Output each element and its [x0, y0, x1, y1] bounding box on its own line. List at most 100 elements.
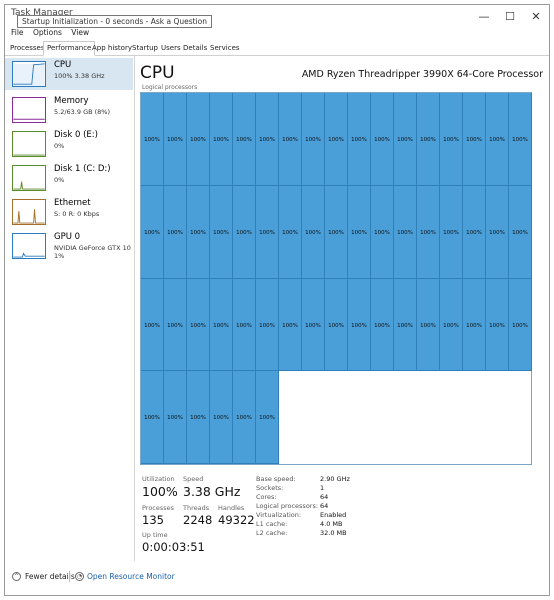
logical-processor-value: 100% — [466, 229, 482, 236]
sidebar-item-memory[interactable]: Memory 5.2/63.9 GB (8%) — [5, 94, 133, 126]
logical-processor-cell: 100% — [187, 278, 210, 372]
logical-processor-cell: 100% — [348, 185, 371, 279]
info-key: Logical processors: — [256, 502, 319, 510]
page-title: CPU — [140, 63, 175, 83]
logical-processor-value: 100% — [351, 137, 367, 143]
threads-value: 2248 — [183, 513, 213, 527]
menu-view[interactable]: View — [71, 28, 89, 37]
sidebar-item-disk-1[interactable]: Disk 1 (C: D:) 0% — [5, 162, 133, 194]
logical-processor-cell: 100% — [463, 185, 486, 279]
maximize-button[interactable]: ☐ — [499, 9, 521, 25]
logical-processor-cell: 100% — [302, 185, 325, 279]
logical-processor-cell: 100% — [256, 93, 279, 186]
logical-processor-cell: 100% — [210, 185, 233, 279]
threads-label: Threads — [183, 504, 210, 512]
logical-processor-cell: 100% — [233, 185, 256, 279]
info-value: 1 — [320, 484, 325, 492]
sidebar-item-label: Disk 1 (C: D:) — [54, 164, 111, 174]
logical-processor-value: 100% — [374, 137, 390, 143]
logical-processor-value: 100% — [466, 137, 482, 143]
sidebar-item-value: NVIDIA GeForce GTX 10 — [54, 244, 131, 252]
logical-processor-value: 100% — [167, 322, 183, 329]
logical-processor-cell: 100% — [279, 278, 302, 372]
sidebar-item-label: Memory — [54, 96, 89, 106]
info-value: 64 — [320, 493, 329, 501]
title-bar[interactable]: Task Manager Startup Initialization - 0 … — [5, 5, 549, 29]
logical-processor-cell: 100% — [325, 185, 348, 279]
logical-processor-cell: 100% — [394, 93, 417, 186]
logical-processor-cell: 100% — [440, 185, 463, 279]
tab-performance[interactable]: Performance — [43, 41, 96, 56]
tab-processes[interactable]: Processes — [7, 42, 48, 54]
tab-startup[interactable]: Startup — [129, 42, 161, 54]
speed-value: 3.38 GHz — [183, 484, 241, 499]
tab-bar: Processes Performance App history Startu… — [5, 41, 549, 56]
logical-processor-cell: 100% — [187, 93, 210, 186]
sidebar-item-disk-0[interactable]: Disk 0 (E:) 0% — [5, 128, 133, 160]
resource-monitor-icon: ◔ — [75, 572, 84, 581]
logical-processor-cell: 100% — [509, 278, 532, 372]
logical-processor-value: 100% — [420, 137, 436, 143]
utilization-label: Utilization — [142, 475, 175, 483]
logical-processor-cell: 100% — [141, 185, 164, 279]
sidebar-item-cpu[interactable]: CPU 100% 3.38 GHz — [5, 58, 133, 90]
tab-details[interactable]: Details — [180, 42, 210, 54]
logical-processor-value: 100% — [259, 415, 275, 422]
logical-processor-cell: 100% — [325, 278, 348, 372]
tab-services[interactable]: Services — [207, 42, 243, 54]
gpu-thumbnail — [12, 233, 46, 259]
open-resource-monitor-link[interactable]: Open Resource Monitor — [87, 572, 175, 581]
close-button[interactable]: ✕ — [525, 9, 547, 25]
logical-processor-cell: 100% — [279, 93, 302, 186]
logical-processor-cell: 100% — [440, 93, 463, 186]
info-value: Enabled — [320, 511, 347, 519]
info-value: 4.0 MB — [320, 520, 343, 528]
logical-processor-value: 100% — [512, 229, 528, 236]
logical-processor-cell: 100% — [233, 93, 256, 186]
logical-processor-value: 100% — [259, 137, 275, 143]
logical-processor-cell: 100% — [348, 278, 371, 372]
logical-processor-value: 100% — [374, 229, 390, 236]
logical-processor-cell: 100% — [486, 278, 509, 372]
speed-label: Speed — [183, 475, 204, 483]
handles-value: 49322 — [218, 513, 255, 527]
logical-processor-value: 100% — [351, 229, 367, 236]
logical-processor-cell: 100% — [233, 278, 256, 372]
logical-processor-cell: 100% — [509, 93, 532, 186]
sidebar-item-value: 5.2/63.9 GB (8%) — [54, 108, 111, 116]
logical-processor-value: 100% — [282, 229, 298, 236]
menu-options[interactable]: Options — [33, 28, 62, 37]
logical-processor-cell: 100% — [463, 93, 486, 186]
sidebar-item-value: S: 0 R: 0 Kbps — [54, 210, 100, 218]
logical-processor-cell: 100% — [371, 185, 394, 279]
logical-processor-value: 100% — [305, 229, 321, 236]
fewer-details-link[interactable]: Fewer details — [25, 572, 75, 581]
sidebar-item-gpu[interactable]: GPU 0 NVIDIA GeForce GTX 10 1% — [5, 230, 133, 266]
minimize-button[interactable]: — — [473, 9, 495, 25]
menu-file[interactable]: File — [11, 28, 24, 37]
logical-processor-cell: 100% — [210, 278, 233, 372]
logical-processor-value: 100% — [512, 137, 528, 143]
info-key: L2 cache: — [256, 529, 288, 537]
logical-processor-value: 100% — [190, 415, 206, 422]
logical-processor-value: 100% — [259, 322, 275, 329]
sidebar-item-ethernet[interactable]: Ethernet S: 0 R: 0 Kbps — [5, 196, 133, 228]
info-key: L1 cache: — [256, 520, 288, 528]
logical-processor-cell: 100% — [164, 185, 187, 279]
logical-processor-cell: 100% — [348, 93, 371, 186]
sidebar-item-label: GPU 0 — [54, 232, 81, 242]
logical-processor-value: 100% — [397, 137, 413, 143]
logical-processor-value: 100% — [144, 229, 160, 236]
logical-processor-cell: 100% — [187, 371, 210, 464]
logical-processor-cell: 100% — [417, 93, 440, 186]
menu-bar: File Options View — [11, 28, 96, 39]
logical-processor-cell: 100% — [141, 371, 164, 464]
logical-processor-value: 100% — [259, 229, 275, 236]
logical-processor-value: 100% — [282, 322, 298, 329]
logical-processor-value: 100% — [512, 322, 528, 329]
logical-processor-value: 100% — [489, 322, 505, 329]
logical-processor-value: 100% — [489, 229, 505, 236]
chevron-up-icon[interactable]: ^ — [12, 572, 21, 581]
logical-processor-cell: 100% — [486, 93, 509, 186]
utilization-value: 100% — [142, 484, 178, 499]
